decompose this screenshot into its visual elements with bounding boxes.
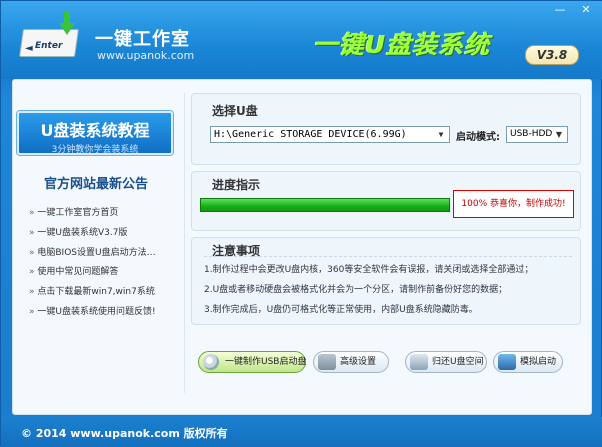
brand-url: www.upanok.com	[97, 49, 195, 62]
notice-link[interactable]: 一键工作室官方首页	[29, 204, 179, 224]
progress-message: 100% 恭喜你，制作成功!	[453, 190, 574, 218]
monitor-icon	[498, 354, 516, 370]
notice-list: 一键工作室官方首页 一键U盘装系统V3.7版 电脑BIOS设置U盘启动方法… 使…	[29, 204, 179, 323]
notes-list: 1.制作过程中会更改U盘内核，360等安全软件会有误报，请关闭或选择全部通过； …	[204, 260, 574, 320]
notice-link[interactable]: 使用中常见问题解答	[29, 263, 179, 283]
tutorial-subtitle: 3分钟教你学会装系统	[51, 145, 139, 155]
usb-device-value: H:\Generic STORAGE DEVICE(6.99G)	[214, 129, 407, 140]
make-usb-boot-label: 一键制作USB启动盘	[225, 357, 307, 367]
enter-key-logo-icon: ◄ Enter	[19, 11, 81, 57]
notice-title: 官方网站最新公告	[43, 177, 148, 192]
logo-enter-text: Enter	[35, 41, 63, 51]
restore-usb-space-button[interactable]: 归还U盘空间	[405, 351, 487, 373]
app-window: ◄ Enter 一键工作室 www.upanok.com 一键U盘装系统 V3.…	[0, 0, 602, 447]
notice-link[interactable]: 一键U盘装系统使用问题反馈!	[29, 303, 179, 323]
header: ◄ Enter 一键工作室 www.upanok.com 一键U盘装系统 V3.…	[1, 1, 602, 79]
notice-link[interactable]: 一键U盘装系统V3.7版	[29, 224, 179, 244]
usb-panel: 选择U盘 H:\Generic STORAGE DEVICE(6.99G) ▼ …	[191, 93, 581, 165]
usb-device-select[interactable]: H:\Generic STORAGE DEVICE(6.99G) ▼	[210, 126, 450, 143]
progress-panel: 进度指示 100% 恭喜你，制作成功!	[191, 171, 581, 231]
simulate-boot-label: 模拟启动	[520, 357, 557, 367]
boot-mode-label: 启动模式:	[456, 132, 500, 143]
note-item: 2.U盘或者移动硬盘会被格式化并会为一个分区，请制作前备份好您的数据；	[204, 285, 508, 295]
settings-icon	[318, 354, 336, 370]
app-title: 一键U盘装系统	[313, 30, 491, 59]
make-usb-boot-button[interactable]: 一键制作USB启动盘	[198, 351, 306, 373]
advanced-settings-button[interactable]: 高级设置	[313, 351, 389, 373]
chevron-down-icon: ▼	[438, 130, 444, 139]
brand-name: 一键工作室	[95, 29, 190, 50]
disc-icon	[203, 354, 219, 370]
minimize-button[interactable]: —	[553, 4, 567, 16]
footer: © 2014 www.upanok.com 版权所有	[1, 417, 602, 447]
notice-link[interactable]: 电脑BIOS设置U盘启动方法…	[29, 244, 179, 264]
note-item: 1.制作过程中会更改U盘内核，360等安全软件会有误报，请关闭或选择全部通过；	[204, 265, 534, 275]
down-arrow-icon	[59, 11, 75, 35]
tutorial-title: U盘装系统教程	[40, 121, 150, 140]
copyright-text: © 2014 www.upanok.com 版权所有	[21, 427, 228, 440]
boot-mode-value: USB-HDD	[510, 129, 553, 139]
sidebar-divider	[184, 93, 185, 393]
version-badge: V3.8	[525, 45, 579, 65]
usb-drive-icon	[410, 354, 428, 370]
restore-usb-space-label: 归还U盘空间	[432, 357, 484, 367]
note-item: 3.制作完成后，U盘仍可格式化等正常使用，内部U盘系统隐藏防毒。	[204, 305, 478, 315]
progress-panel-title: 进度指示	[212, 178, 261, 192]
simulate-boot-button[interactable]: 模拟启动	[493, 351, 563, 373]
progress-bar-fill	[201, 199, 449, 211]
boot-mode-select[interactable]: USB-HDD ▼	[506, 126, 568, 143]
close-button[interactable]: ✕	[579, 4, 593, 16]
notes-panel: 注意事项 1.制作过程中会更改U盘内核，360等安全软件会有误报，请关闭或选择全…	[191, 237, 581, 325]
chevron-down-icon: ▼	[555, 130, 563, 139]
advanced-settings-label: 高级设置	[340, 357, 377, 367]
progress-bar	[200, 198, 450, 212]
notes-divider	[204, 256, 572, 257]
notice-link[interactable]: 点击下载最新win7,win7系统	[29, 283, 179, 303]
usb-panel-title: 选择U盘	[212, 104, 258, 118]
tutorial-button[interactable]: U盘装系统教程 3分钟教你学会装系统	[17, 111, 173, 155]
